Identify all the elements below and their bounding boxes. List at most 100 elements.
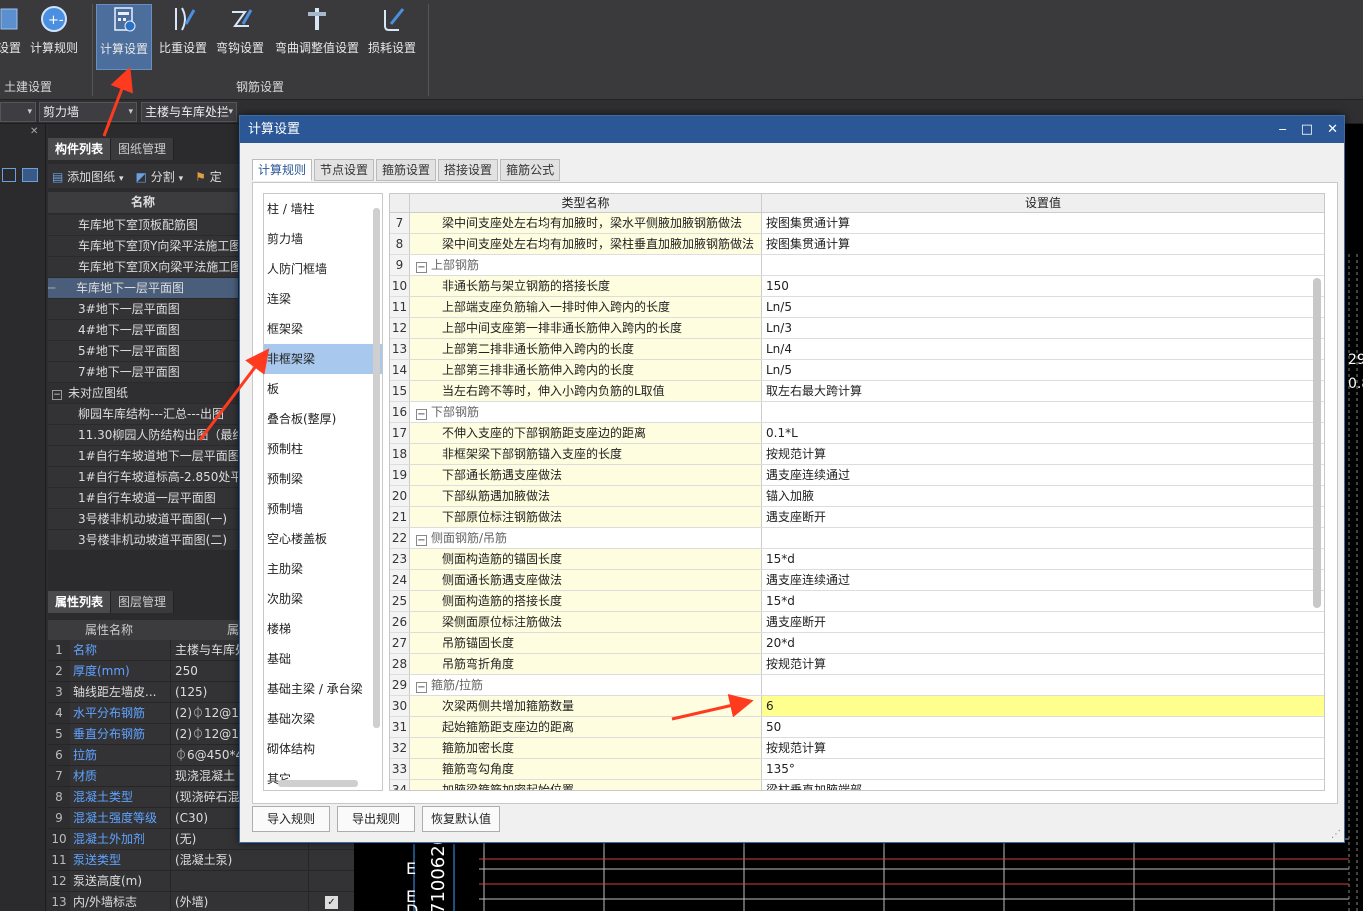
- grid-setting-value[interactable]: 按规范计算: [762, 444, 1324, 464]
- grid-row[interactable]: 15 当左右跨不等时，伸入小跨内负筋的L取值 取左右最大跨计算: [390, 381, 1324, 402]
- list-item[interactable]: 车库地下室顶Y向梁平法施工图: [48, 236, 238, 257]
- component-name-combo[interactable]: 主楼与车库处拦 ▾: [141, 102, 237, 122]
- list-item[interactable]: 车库地下室顶X向梁平法施工图: [48, 257, 238, 278]
- grid-setting-value[interactable]: [762, 255, 1324, 275]
- resize-grip-icon[interactable]: ⋰: [1331, 829, 1341, 840]
- grid-row[interactable]: 17 不伸入支座的下部钢筋距支座边的距离 0.1*L: [390, 423, 1324, 444]
- category-item[interactable]: 连梁: [264, 284, 382, 314]
- category-item[interactable]: 剪力墙: [264, 224, 382, 254]
- tab-component-list[interactable]: 构件列表: [48, 138, 112, 160]
- list-item[interactable]: 1#自行车坡道地下一层平面图: [48, 446, 238, 467]
- grid-setting-value[interactable]: 150: [762, 276, 1324, 296]
- grid-row[interactable]: 31 起始箍筋距支座边的距离 50: [390, 717, 1324, 738]
- grid-row[interactable]: 30 次梁两侧共增加箍筋数量 6: [390, 696, 1324, 717]
- grid-row[interactable]: 33 箍筋弯勾角度 135°: [390, 759, 1324, 780]
- component-type-combo[interactable]: 剪力墙 ▾: [39, 102, 137, 122]
- grid-row[interactable]: 25 侧面构造筋的搭接长度 15*d: [390, 591, 1324, 612]
- list-item[interactable]: 11.30柳园人防结构出图（最终: [48, 425, 238, 446]
- grid-setting-value[interactable]: 15*d: [762, 549, 1324, 569]
- grid-setting-value[interactable]: 遇支座断开: [762, 507, 1324, 527]
- category-item[interactable]: 板: [264, 374, 382, 404]
- grid-setting-value[interactable]: 遇支座连续通过: [762, 570, 1324, 590]
- grid-setting-value[interactable]: 按图集贯通计算: [762, 213, 1324, 233]
- list-group[interactable]: − 未对应图纸: [48, 383, 238, 404]
- tab-node-settings[interactable]: 节点设置: [314, 159, 375, 181]
- grid-scrollbar[interactable]: [1313, 278, 1321, 608]
- grid-row[interactable]: 27 吊筋锚固长度 20*d: [390, 633, 1324, 654]
- grid-row[interactable]: 13 上部第二排非通长筋伸入跨内的长度 Ln/4: [390, 339, 1324, 360]
- grid-setting-value[interactable]: Ln/5: [762, 360, 1324, 380]
- tab-property-list[interactable]: 属性列表: [48, 591, 112, 613]
- list-item[interactable]: 1#自行车坡道一层平面图: [48, 488, 238, 509]
- grid-row[interactable]: 12 上部中间支座第一排非通长筋伸入跨内的长度 Ln/3: [390, 318, 1324, 339]
- category-item[interactable]: 非框架梁: [264, 344, 382, 374]
- list-item[interactable]: 车库地下室顶板配筋图: [48, 215, 238, 236]
- property-row[interactable]: 11 泵送类型 (混凝土泵): [48, 850, 354, 871]
- category-scrollbar[interactable]: [373, 208, 380, 728]
- list-item[interactable]: 柳园车库结构---汇总---出图: [48, 404, 238, 425]
- property-row[interactable]: 13 内/外墙标志 (外墙) ✓: [48, 892, 354, 911]
- grid-row[interactable]: 8 梁中间支座处左右均有加腋时，梁柱垂直加腋加腋钢筋做法 按图集贯通计算: [390, 234, 1324, 255]
- category-item[interactable]: 主肋梁: [264, 554, 382, 584]
- settings-button[interactable]: 设置: [0, 4, 22, 70]
- grid-setting-value[interactable]: [762, 402, 1324, 422]
- weight-settings-button[interactable]: 比重设置: [156, 4, 210, 70]
- grid-row[interactable]: 20 下部纵筋遇加腋做法 锚入加腋: [390, 486, 1324, 507]
- tab-drawing-manager[interactable]: 图纸管理: [111, 138, 175, 160]
- loss-settings-button[interactable]: 损耗设置: [366, 4, 418, 70]
- maximize-icon[interactable]: □: [1301, 116, 1313, 143]
- list-item[interactable]: 1#自行车坡道标高-2.850处平: [48, 467, 238, 488]
- collapse-icon[interactable]: −: [52, 390, 62, 400]
- grid-group-row[interactable]: 29− 箍筋/拉筋: [390, 675, 1324, 696]
- category-item[interactable]: 框架梁: [264, 314, 382, 344]
- grid-row[interactable]: 18 非框架梁下部钢筋锚入支座的长度 按规范计算: [390, 444, 1324, 465]
- calc-settings-button[interactable]: 计算设置: [96, 4, 152, 70]
- property-row[interactable]: 12 泵送高度(m): [48, 871, 354, 892]
- collapse-icon[interactable]: −: [416, 535, 427, 546]
- grid-setting-value[interactable]: 遇支座断开: [762, 612, 1324, 632]
- list-item[interactable]: 3号楼非机动坡道平面图(二): [48, 530, 238, 551]
- collapse-icon[interactable]: −: [416, 409, 427, 420]
- grid-setting-value[interactable]: 锚入加腋: [762, 486, 1324, 506]
- grid-row[interactable]: 32 箍筋加密长度 按规范计算: [390, 738, 1324, 759]
- grid-group-row[interactable]: 16− 下部钢筋: [390, 402, 1324, 423]
- list-item[interactable]: 3号楼非机动坡道平面图(一): [48, 509, 238, 530]
- grid-setting-value[interactable]: 取左右最大跨计算: [762, 381, 1324, 401]
- category-item[interactable]: 空心楼盖板: [264, 524, 382, 554]
- category-item[interactable]: 柱 / 墙柱: [264, 194, 382, 224]
- category-item[interactable]: 预制墙: [264, 494, 382, 524]
- collapse-icon[interactable]: −: [416, 262, 427, 273]
- grid-setting-value[interactable]: [762, 675, 1324, 695]
- hook-settings-button[interactable]: 弯钩设置: [213, 4, 267, 70]
- list-view-icon[interactable]: [2, 168, 16, 182]
- grid-row[interactable]: 19 下部通长筋遇支座做法 遇支座连续通过: [390, 465, 1324, 486]
- add-drawing-button[interactable]: ▤ 添加图纸 ▾: [52, 168, 124, 185]
- category-hscrollbar[interactable]: [278, 780, 358, 787]
- category-item[interactable]: 次肋梁: [264, 584, 382, 614]
- category-item[interactable]: 基础: [264, 644, 382, 674]
- panel-close-icon[interactable]: ✕: [30, 126, 38, 137]
- minimize-icon[interactable]: ‒: [1279, 116, 1287, 143]
- checkbox-icon[interactable]: ✓: [325, 895, 338, 909]
- grid-setting-value[interactable]: 按规范计算: [762, 738, 1324, 758]
- property-value[interactable]: (外墙): [170, 892, 308, 911]
- list-item[interactable]: 5#地下一层平面图: [48, 341, 238, 362]
- grid-row[interactable]: 14 上部第三排非通长筋伸入跨内的长度 Ln/5: [390, 360, 1324, 381]
- grid-row[interactable]: 34 加腋梁箍筋加密起始位置 梁柱垂直加腋端部: [390, 780, 1324, 790]
- category-item[interactable]: 楼梯: [264, 614, 382, 644]
- grid-group-row[interactable]: 22− 侧面钢筋/吊筋: [390, 528, 1324, 549]
- grid-setting-value[interactable]: 按图集贯通计算: [762, 234, 1324, 254]
- tab-layer-manager[interactable]: 图层管理: [111, 591, 175, 613]
- grid-setting-value[interactable]: [762, 528, 1324, 548]
- split-button[interactable]: ◩ 分割 ▾: [136, 168, 184, 185]
- grid-row[interactable]: 10 非通长筋与架立钢筋的搭接长度 150: [390, 276, 1324, 297]
- grid-setting-value[interactable]: 20*d: [762, 633, 1324, 653]
- grid-row[interactable]: 7 梁中间支座处左右均有加腋时，梁水平侧腋加腋钢筋做法 按图集贯通计算: [390, 213, 1324, 234]
- grid-setting-value[interactable]: 按规范计算: [762, 654, 1324, 674]
- grid-setting-value[interactable]: Ln/3: [762, 318, 1324, 338]
- property-value[interactable]: [170, 871, 308, 891]
- export-rules-button[interactable]: 导出规则: [337, 806, 416, 832]
- locate-button[interactable]: ⚑ 定: [195, 168, 222, 185]
- list-item[interactable]: 3#地下一层平面图: [48, 299, 238, 320]
- category-item[interactable]: 预制梁: [264, 464, 382, 494]
